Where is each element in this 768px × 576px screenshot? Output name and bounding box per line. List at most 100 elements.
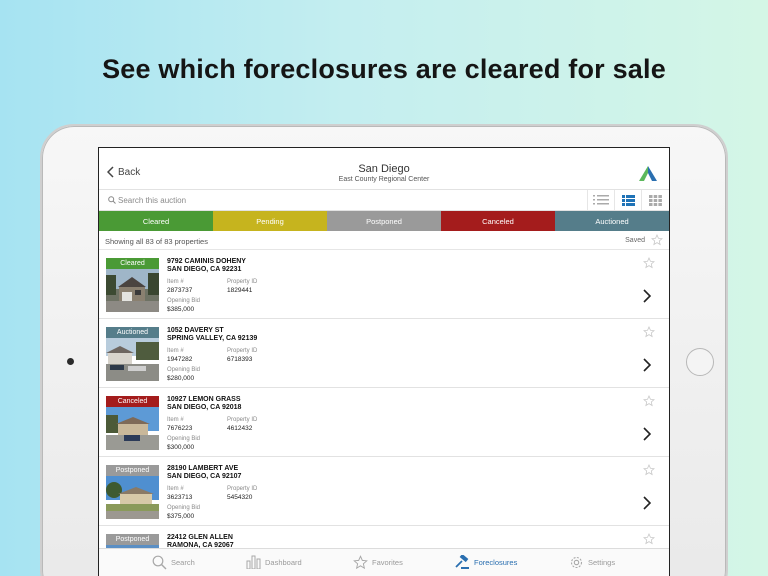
results-count: Showing all 83 of 83 properties: [105, 237, 208, 246]
search-icon: [108, 196, 116, 204]
tab-label: Search: [171, 558, 195, 567]
property-id-label: Property ID: [227, 279, 258, 285]
property-id-label: Property ID: [227, 417, 258, 423]
tab-settings[interactable]: Settings: [569, 555, 615, 570]
address-line2: SAN DIEGO, CA 92231: [167, 266, 242, 273]
card-list-icon: [621, 194, 635, 206]
property-thumbnail: Auctioned: [106, 327, 159, 381]
property-listing[interactable]: Auctioned 1052 DAVERY ST SPRING VALLEY, …: [99, 319, 669, 388]
saved-filter-star-icon[interactable]: [651, 234, 663, 246]
property-id-label: Property ID: [227, 486, 258, 492]
status-badge: Canceled: [106, 396, 159, 407]
favorite-star-icon[interactable]: [643, 533, 655, 545]
favorite-star-icon[interactable]: [643, 326, 655, 338]
status-filter-pending[interactable]: Pending: [213, 211, 327, 231]
nav-bar: Back San Diego East County Regional Cent…: [99, 148, 669, 190]
tab-favorites[interactable]: Favorites: [353, 555, 403, 570]
opening-bid-value: $280,000: [167, 375, 195, 382]
grid-view-button[interactable]: [641, 190, 668, 210]
saved-label: Saved: [625, 237, 645, 244]
tab-dashboard[interactable]: Dashboard: [246, 555, 302, 569]
property-id-value: 6718393: [227, 356, 253, 363]
address-line1: 10927 LEMON GRASS: [167, 396, 241, 403]
tab-label: Foreclosures: [474, 558, 518, 567]
gear-icon: [570, 556, 583, 569]
item-value: 3623713: [167, 494, 193, 501]
item-value: 1947282: [167, 356, 193, 363]
house-photo: [106, 269, 159, 312]
address-line1: 28190 LAMBERT AVE: [167, 465, 239, 472]
card-list-view-button[interactable]: [614, 190, 641, 210]
item-label: Item #: [167, 348, 184, 354]
search-row: [99, 190, 669, 211]
status-badge: Postponed: [106, 534, 159, 545]
property-thumbnail: Canceled: [106, 396, 159, 450]
front-camera: [67, 358, 74, 365]
status-badge: Auctioned: [106, 327, 159, 338]
address-line2: SAN DIEGO, CA 92107: [167, 473, 242, 480]
list-view-button[interactable]: [587, 190, 614, 210]
opening-bid-value: $300,000: [167, 444, 195, 451]
opening-bid-label: Opening Bid: [167, 367, 201, 373]
status-filter-postponed[interactable]: Postponed: [327, 211, 441, 231]
opening-bid-value: $385,000: [167, 306, 195, 313]
opening-bid-label: Opening Bid: [167, 436, 201, 442]
page-subtitle: East County Regional Center: [338, 176, 430, 183]
search-icon: [152, 555, 167, 570]
tab-search[interactable]: Search: [152, 555, 195, 570]
status-filter-auctioned[interactable]: Auctioned: [555, 211, 669, 231]
chevron-right-icon[interactable]: [643, 289, 651, 303]
property-id-value: 1829441: [227, 287, 253, 294]
search-input[interactable]: [118, 194, 588, 207]
status-filter-canceled[interactable]: Canceled: [441, 211, 555, 231]
star-icon: [353, 555, 368, 570]
status-badge: Cleared: [106, 258, 159, 269]
opening-bid-value: $375,000: [167, 513, 195, 520]
opening-bid-label: Opening Bid: [167, 505, 201, 511]
item-value: 2873737: [167, 287, 193, 294]
grid-icon: [648, 194, 662, 206]
summary-row: Showing all 83 of 83 properties Saved: [99, 231, 669, 250]
address-line1: 22412 GLEN ALLEN: [167, 534, 233, 541]
home-button: [686, 348, 714, 376]
property-listing[interactable]: Postponed 28190 LAMBERT AVE SAN DIEGO, C…: [99, 457, 669, 526]
bar-chart-icon: [246, 555, 261, 569]
status-filter-bar: Cleared Pending Postponed Canceled Aucti…: [99, 211, 669, 231]
property-id-label: Property ID: [227, 348, 258, 354]
property-thumbnail: Postponed: [106, 465, 159, 519]
tab-label: Settings: [588, 558, 616, 567]
app-screen: Back San Diego East County Regional Cent…: [98, 147, 670, 576]
item-label: Item #: [167, 417, 184, 423]
address-line2: SPRING VALLEY, CA 92139: [167, 335, 258, 342]
item-label: Item #: [167, 279, 184, 285]
item-label: Item #: [167, 486, 184, 492]
favorite-star-icon[interactable]: [643, 464, 655, 476]
favorite-star-icon[interactable]: [643, 257, 655, 269]
headline: See which foreclosures are cleared for s…: [102, 54, 666, 84]
item-value: 7676223: [167, 425, 193, 432]
property-id-value: 4612432: [227, 425, 253, 432]
property-listing[interactable]: Cleared 9792 CAMINIS DOHENY SAN DIEGO, C…: [99, 250, 669, 319]
gavel-icon: [455, 555, 469, 569]
tab-foreclosures[interactable]: Foreclosures: [455, 555, 517, 570]
tab-label: Dashboard: [265, 557, 302, 567]
chevron-right-icon[interactable]: [643, 358, 651, 372]
property-id-value: 5454320: [227, 494, 253, 501]
address-line1: 9792 CAMINIS DOHENY: [167, 258, 246, 265]
list-icon: [593, 195, 609, 205]
status-badge: Postponed: [106, 465, 159, 476]
page-title: San Diego: [358, 163, 410, 175]
app-logo-icon: [639, 166, 657, 181]
address-line2: SAN DIEGO, CA 92018: [167, 404, 242, 411]
chevron-right-icon[interactable]: [643, 496, 651, 510]
tab-bar: Search Dashboard Favorites Foreclosures …: [99, 548, 669, 576]
address-line1: 1052 DAVERY ST: [167, 327, 224, 334]
favorite-star-icon[interactable]: [643, 395, 655, 407]
status-filter-cleared[interactable]: Cleared: [99, 211, 213, 231]
property-listing[interactable]: Canceled 10927 LEMON GRASS SAN DIEGO, CA…: [99, 388, 669, 457]
opening-bid-label: Opening Bid: [167, 298, 201, 304]
tab-label: Favorites: [372, 558, 403, 567]
house-photo: [106, 476, 159, 519]
chevron-right-icon[interactable]: [643, 427, 651, 441]
property-thumbnail: Cleared: [106, 258, 159, 312]
